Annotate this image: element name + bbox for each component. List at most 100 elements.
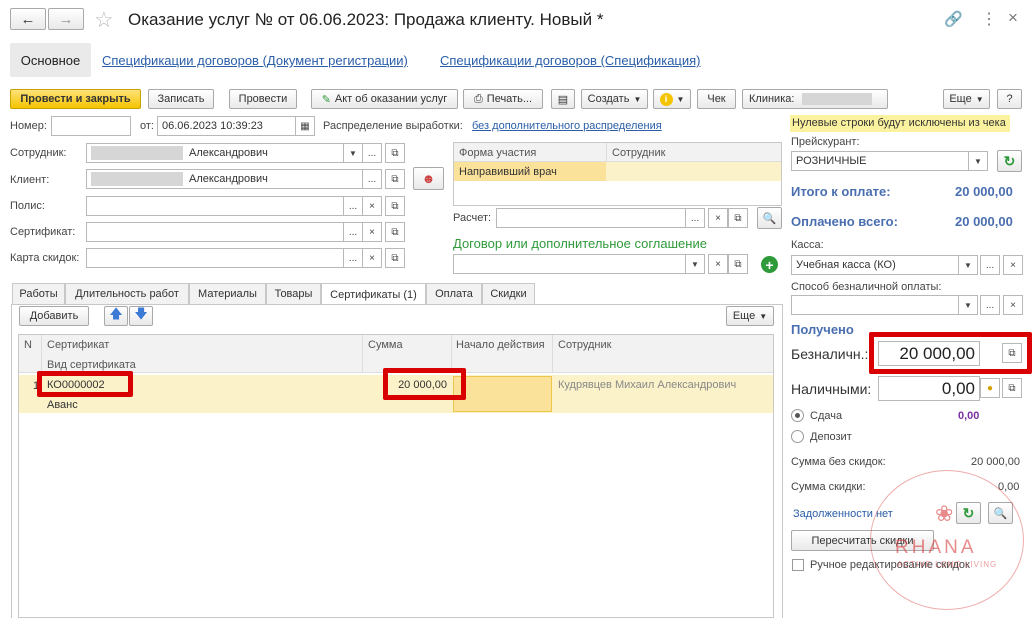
cash-open-icon[interactable]: ⧉ xyxy=(1002,378,1022,398)
document-icon-button[interactable]: ▤ xyxy=(551,89,575,109)
contract-open-icon[interactable]: ⧉ xyxy=(728,254,748,274)
calc-select-button[interactable]: ... xyxy=(685,208,705,228)
move-up-button[interactable]: 🡅 xyxy=(104,306,128,326)
calc-clear-icon[interactable]: × xyxy=(708,208,728,228)
clinic-field[interactable]: Клиника: xyxy=(742,89,888,109)
employee-select-button[interactable]: ... xyxy=(362,143,382,163)
calc-search-button[interactable]: 🔍 xyxy=(757,207,782,229)
noncash-method-select-button[interactable]: ... xyxy=(980,295,1000,315)
pricelist-field[interactable]: РОЗНИЧНЫЕ xyxy=(791,151,969,171)
deposit-radio[interactable] xyxy=(791,430,804,443)
tab-goods[interactable]: Товары xyxy=(266,283,321,304)
certificate-select-button[interactable]: ... xyxy=(343,222,363,242)
noncash-method-clear-icon[interactable]: × xyxy=(1003,295,1023,315)
policy-select-button[interactable]: ... xyxy=(343,196,363,216)
row-number: 1 xyxy=(33,380,40,392)
row-sum[interactable]: 20 000,00 xyxy=(363,379,449,391)
certificate-clear-icon[interactable]: × xyxy=(362,222,382,242)
discount-card-field[interactable] xyxy=(86,248,344,268)
tab-discounts[interactable]: Скидки xyxy=(482,283,535,304)
tab-certificates[interactable]: Сертификаты (1) xyxy=(321,283,426,305)
discount-card-select-button[interactable]: ... xyxy=(343,248,363,268)
certificate-open-icon[interactable]: ⧉ xyxy=(385,222,405,242)
row-certificate-type[interactable]: Аванс xyxy=(47,399,78,411)
save-button[interactable]: Записать xyxy=(148,89,214,109)
noncash-open-icon[interactable]: ⧉ xyxy=(1002,343,1022,363)
chevron-down-icon: ▼ xyxy=(975,94,984,104)
discount-card-clear-icon[interactable]: × xyxy=(362,248,382,268)
search-debt-button[interactable]: 🔍 xyxy=(988,502,1013,524)
tab-duration[interactable]: Длительность работ xyxy=(65,283,189,304)
number-field[interactable] xyxy=(51,116,131,136)
back-button[interactable]: ← xyxy=(10,8,46,30)
certificate-field[interactable] xyxy=(86,222,344,242)
close-icon[interactable]: × xyxy=(1008,8,1018,28)
client-open-icon[interactable]: ⧉ xyxy=(385,169,405,189)
more-button[interactable]: Еще ▼ xyxy=(943,89,990,109)
forward-button[interactable]: → xyxy=(48,8,84,30)
nav-link-registration[interactable]: Спецификации договоров (Документ регистр… xyxy=(102,53,408,68)
change-radio-dot xyxy=(795,413,800,418)
post-and-close-button[interactable]: Провести и закрыть xyxy=(10,89,141,109)
contract-clear-icon[interactable]: × xyxy=(708,254,728,274)
check-button[interactable]: Чек xyxy=(697,89,736,109)
create-button[interactable]: Создать ▼ xyxy=(581,89,648,109)
cash-field[interactable]: 0,00 xyxy=(878,376,980,401)
manual-discount-checkbox[interactable] xyxy=(792,559,804,571)
contract-field[interactable] xyxy=(453,254,686,274)
policy-clear-icon[interactable]: × xyxy=(362,196,382,216)
act-button[interactable]: ✎ Акт об оказании услуг xyxy=(311,89,458,109)
policy-open-icon[interactable]: ⧉ xyxy=(385,196,405,216)
debt-link[interactable]: Задолженности нет xyxy=(793,508,893,520)
noncash-method-dropdown-icon[interactable]: ▼ xyxy=(958,295,978,315)
user-search-icon: ☻ xyxy=(421,171,436,186)
discount-card-open-icon[interactable]: ⧉ xyxy=(385,248,405,268)
print-button[interactable]: ⎙ Печать... xyxy=(463,89,543,109)
employee-open-icon[interactable]: ⧉ xyxy=(385,143,405,163)
pricelist-dropdown-icon[interactable]: ▼ xyxy=(968,151,988,171)
add-contract-icon[interactable]: + xyxy=(761,256,778,273)
info-menu-button[interactable]: i ▼ xyxy=(653,89,691,109)
link-icon[interactable]: 🔗 xyxy=(944,10,963,28)
cash-desk-select-button[interactable]: ... xyxy=(980,255,1000,275)
client-field[interactable]: Александрович xyxy=(86,169,363,189)
calc-field[interactable] xyxy=(496,208,686,228)
nav-link-specification[interactable]: Спецификации договоров (Спецификация) xyxy=(440,53,701,68)
client-select-button[interactable]: ... xyxy=(362,169,382,189)
nav-main[interactable]: Основное xyxy=(10,43,91,77)
row-employee[interactable]: Кудрявцев Михаил Александрович xyxy=(558,379,736,391)
favorite-star-icon[interactable]: ☆ xyxy=(94,7,114,33)
refresh-debt-button[interactable]: ↻ xyxy=(956,502,981,524)
table-more-button[interactable]: Еще ▼ xyxy=(726,306,774,326)
noncash-field[interactable]: 20 000,00 xyxy=(878,341,980,366)
calendar-icon[interactable]: ▦ xyxy=(295,116,315,136)
post-button[interactable]: Провести xyxy=(229,89,297,109)
employee-dropdown-icon[interactable]: ▼ xyxy=(343,143,363,163)
contract-dropdown-icon[interactable]: ▼ xyxy=(685,254,705,274)
client-card-button[interactable]: ☻ xyxy=(413,167,444,190)
more-vertical-icon[interactable]: ⋮ xyxy=(981,9,997,29)
help-button[interactable]: ? xyxy=(997,89,1022,109)
cash-desk-clear-icon[interactable]: × xyxy=(1003,255,1023,275)
participation-row[interactable]: Направивший врач xyxy=(454,162,781,181)
employee-field[interactable]: Александрович xyxy=(86,143,363,163)
row-certificate[interactable]: КО0000002 xyxy=(47,379,105,391)
policy-field[interactable] xyxy=(86,196,344,216)
tab-works[interactable]: Работы xyxy=(12,283,65,304)
row-start-date[interactable] xyxy=(453,376,552,412)
cash-desk-field[interactable]: Учебная касса (КО) xyxy=(791,255,959,275)
cash-desk-dropdown-icon[interactable]: ▼ xyxy=(958,255,978,275)
tab-materials[interactable]: Материалы xyxy=(189,283,266,304)
coins-icon[interactable]: ● xyxy=(980,378,1000,398)
calc-open-icon[interactable]: ⧉ xyxy=(728,208,748,228)
change-radio[interactable] xyxy=(791,409,804,422)
noncash-method-field[interactable] xyxy=(791,295,959,315)
add-certificate-button[interactable]: Добавить xyxy=(19,306,89,326)
move-down-button[interactable]: 🡇 xyxy=(129,306,153,326)
recalc-discounts-button[interactable]: Пересчитать скидки xyxy=(791,530,934,551)
refresh-pricelist-button[interactable]: ↻ xyxy=(997,150,1022,172)
table-row[interactable]: 1 КО0000002 Аванс 20 000,00 Кудрявцев Ми… xyxy=(19,375,773,413)
date-field[interactable]: 06.06.2023 10:39:23 xyxy=(157,116,296,136)
distribution-link[interactable]: без дополнительного распределения xyxy=(472,120,662,132)
tab-payment[interactable]: Оплата xyxy=(426,283,482,304)
